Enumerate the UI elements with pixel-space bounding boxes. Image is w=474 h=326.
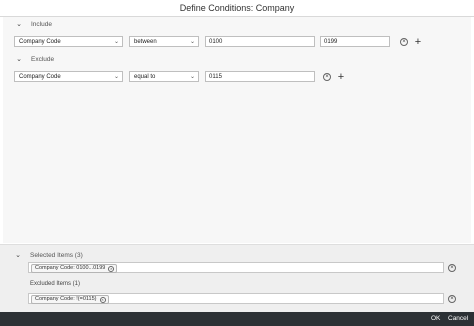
- excluded-items-label: Excluded Items (1): [30, 281, 81, 287]
- excluded-item-token[interactable]: Company Code: !(=0115) ×: [31, 295, 109, 304]
- chevron-down-icon: ⌄: [16, 56, 22, 63]
- dialog-title: Define Conditions: Company: [0, 0, 474, 17]
- exclude-operator-select[interactable]: equal to ⌄: [129, 71, 199, 82]
- include-field-select[interactable]: Company Code ⌄: [14, 36, 123, 47]
- chevron-down-icon: ⌄: [16, 21, 22, 28]
- include-value-from-input[interactable]: 0100: [205, 36, 315, 47]
- summary-toggle[interactable]: ⌄ Selected Items (3): [14, 250, 83, 262]
- selected-items-field[interactable]: Company Code: 0100...0199 ×: [28, 262, 444, 273]
- conditions-panel: ⌄ Include Company Code ⌄ between ⌄ 0100 …: [3, 17, 471, 243]
- include-value-to-input[interactable]: 0199: [320, 36, 390, 47]
- exclude-field-value: Company Code: [19, 74, 61, 80]
- cancel-button[interactable]: Cancel: [448, 312, 468, 326]
- selected-item-token[interactable]: Company Code: 0100...0199 ×: [31, 264, 118, 273]
- selected-item-token-label: Company Code: 0100...0199: [35, 265, 106, 271]
- exclude-value-input[interactable]: 0115: [205, 71, 315, 82]
- exclude-section-toggle[interactable]: ⌄ Exclude: [15, 54, 54, 66]
- exclude-field-select[interactable]: Company Code ⌄: [14, 71, 123, 82]
- remove-condition-icon[interactable]: ×: [323, 73, 331, 81]
- add-condition-icon[interactable]: +: [413, 37, 423, 48]
- clear-selected-icon[interactable]: ×: [448, 264, 456, 272]
- include-field-value: Company Code: [19, 39, 61, 45]
- include-operator-select[interactable]: between ⌄: [129, 36, 199, 47]
- chevron-down-icon: ⌄: [113, 39, 119, 45]
- include-section-label: Include: [31, 21, 52, 28]
- clear-excluded-icon[interactable]: ×: [448, 295, 456, 303]
- chevron-down-icon: ⌄: [113, 74, 119, 80]
- summary-panel: ⌄ Selected Items (3) Company Code: 0100.…: [0, 244, 474, 313]
- excluded-item-token-label: Company Code: !(=0115): [35, 296, 97, 302]
- remove-token-icon[interactable]: ×: [108, 265, 115, 272]
- remove-token-icon[interactable]: ×: [99, 296, 106, 303]
- chevron-down-icon: ⌄: [189, 74, 195, 80]
- excluded-items-field[interactable]: Company Code: !(=0115) ×: [28, 293, 444, 304]
- add-condition-icon[interactable]: +: [336, 72, 346, 83]
- remove-condition-icon[interactable]: ×: [400, 38, 408, 46]
- dialog-footer: OK Cancel: [0, 312, 474, 326]
- exclude-section-label: Exclude: [31, 56, 55, 63]
- include-section-toggle[interactable]: ⌄ Include: [15, 19, 52, 31]
- ok-button[interactable]: OK: [431, 312, 440, 326]
- chevron-down-icon: ⌄: [189, 39, 195, 45]
- exclude-operator-value: equal to: [134, 74, 156, 80]
- include-operator-value: between: [134, 39, 157, 45]
- chevron-down-icon: ⌄: [15, 252, 21, 259]
- selected-items-label: Selected Items (3): [30, 252, 83, 259]
